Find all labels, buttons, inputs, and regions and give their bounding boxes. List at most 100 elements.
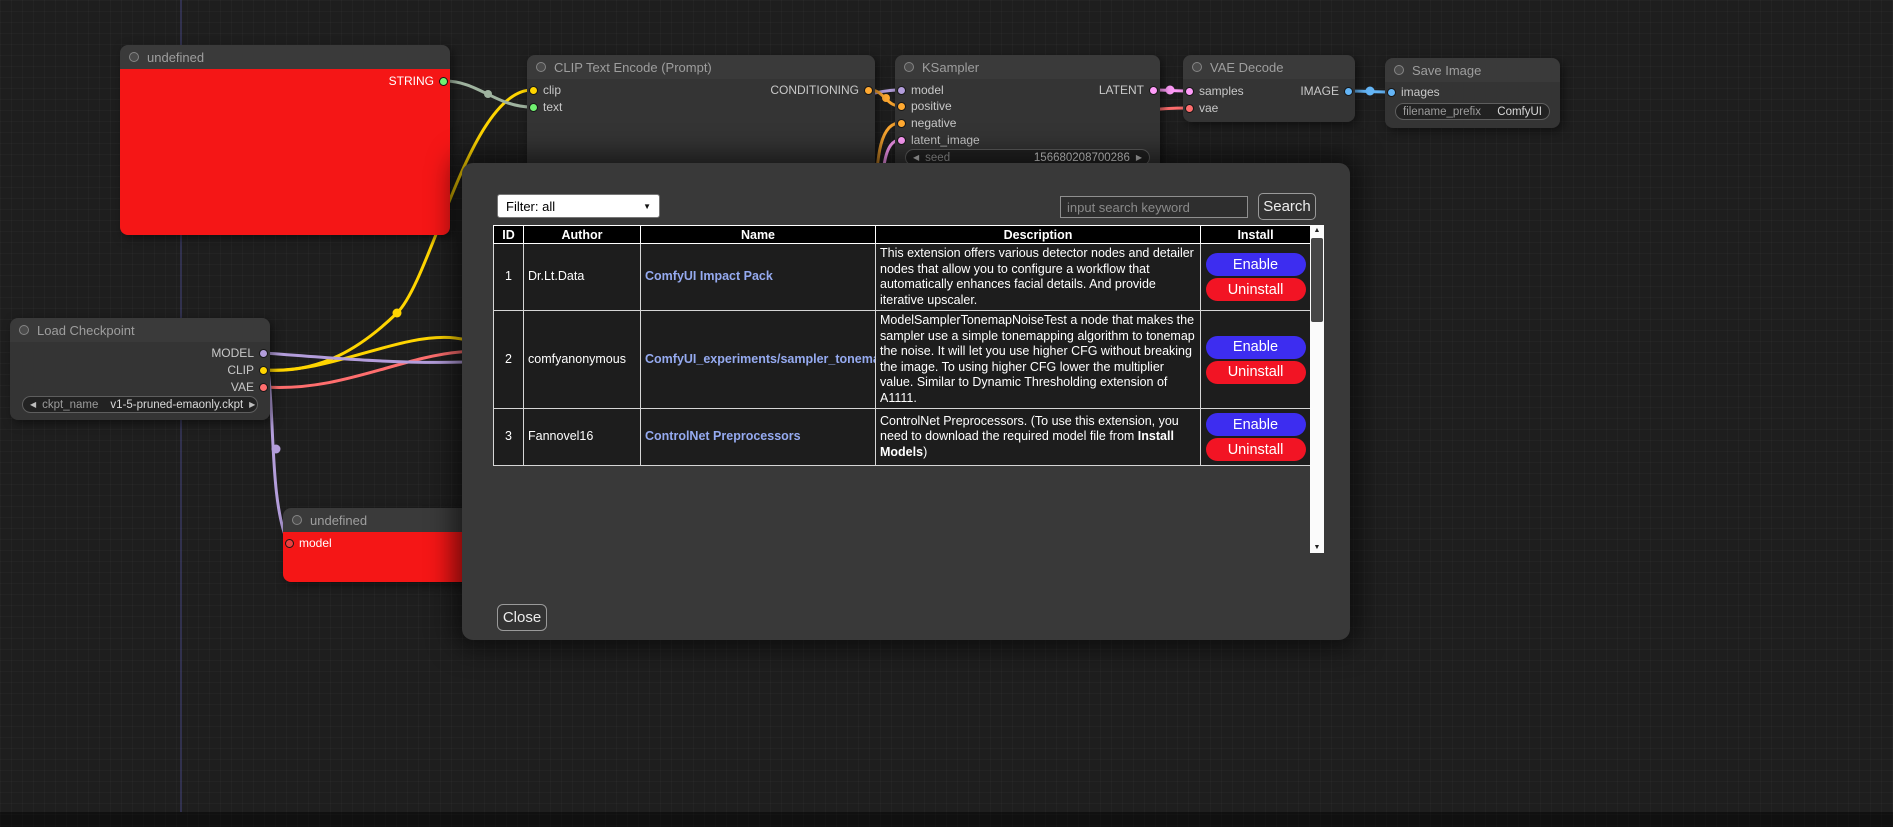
header-author: Author [524,226,641,244]
extension-row: 1 Dr.Lt.Data ComfyUI Impact Pack This ex… [494,244,1311,311]
output-dot-clip[interactable] [259,366,268,375]
output-dot-conditioning[interactable] [864,86,873,95]
output-dot-string[interactable] [439,77,448,86]
widget-label: filename_prefix [1403,106,1481,118]
node-body: MODEL CLIP VAE ◀ ckpt_name v1-5-pruned-e… [10,342,270,420]
graph-canvas[interactable]: undefined STRING CLIP Text Encode (Promp… [0,0,1893,827]
prev-arrow-icon[interactable]: ◀ [30,400,36,409]
slot-label-vae: vae [1199,101,1218,115]
output-dot-model[interactable] [259,349,268,358]
link-dot-clip [393,309,402,318]
input-dot-vae[interactable] [1185,104,1194,113]
uninstall-button[interactable]: Uninstall [1206,438,1306,461]
node-header[interactable]: VAE Decode [1183,55,1355,79]
node-header[interactable]: KSampler [895,55,1160,79]
node-load-checkpoint[interactable]: Load Checkpoint MODEL CLIP VAE ◀ ckpt_na… [10,318,270,420]
scrollbar-thumb[interactable] [1311,238,1323,322]
slot-label-string: STRING [389,74,434,88]
input-dot-samples[interactable] [1185,87,1194,96]
node-body: STRING [120,69,450,235]
search-input[interactable] [1060,196,1248,218]
node-body: clip text CONDITIONING [527,79,875,175]
node-status-dot[interactable] [1394,65,1404,75]
ext-id: 1 [494,244,524,311]
node-save-image[interactable]: Save Image images filename_prefix ComfyU… [1385,58,1560,128]
widget-value: v1-5-pruned-emaonly.ckpt [110,399,243,411]
widget-label: seed [925,152,950,164]
search-button[interactable]: Search [1258,193,1316,220]
input-dot-latent-image[interactable] [897,136,906,145]
output-dot-latent[interactable] [1149,86,1158,95]
filename-prefix-widget[interactable]: filename_prefix ComfyUI [1395,103,1550,120]
node-status-dot[interactable] [19,325,29,335]
ext-link[interactable]: ControlNet Preprocessors [645,429,801,443]
header-name: Name [641,226,876,244]
slot-label-negative: negative [911,116,956,130]
node-status-dot[interactable] [536,62,546,72]
node-header[interactable]: Load Checkpoint [10,318,270,342]
input-dot-clip[interactable] [529,86,538,95]
scroll-down-icon[interactable]: ▼ [1310,544,1324,551]
next-arrow-icon[interactable]: ▶ [249,400,255,409]
close-button[interactable]: Close [497,604,547,631]
ext-description-text: ) [923,445,927,459]
link-dot-image [1366,87,1375,96]
node-undefined-top[interactable]: undefined STRING [120,45,450,235]
uninstall-button[interactable]: Uninstall [1206,278,1306,301]
enable-button[interactable]: Enable [1206,253,1306,276]
node-header[interactable]: Save Image [1385,58,1560,82]
header-id: ID [494,226,524,244]
input-dot-model[interactable] [897,86,906,95]
ext-id: 2 [494,311,524,409]
ext-id: 3 [494,409,524,466]
input-dot-negative[interactable] [897,119,906,128]
ext-author: Dr.Lt.Data [524,244,641,311]
input-dot-positive[interactable] [897,102,906,111]
node-status-dot[interactable] [904,62,914,72]
custom-nodes-manager-dialog: Filter: all ▼ Search ID Author Name Desc… [462,163,1350,640]
node-header[interactable]: undefined [120,45,450,69]
enable-button[interactable]: Enable [1206,413,1306,436]
link-dot-model [272,445,281,454]
extension-row: 2 comfyanonymous ComfyUI_experiments/sam… [494,311,1311,409]
node-body: model positive negative latent_image LAT… [895,79,1160,175]
ext-author: Fannovel16 [524,409,641,466]
ext-link[interactable]: ComfyUI_experiments/sampler_tonemap [645,352,876,366]
ext-description: This extension offers various detector n… [876,244,1201,311]
node-clip-text-encode[interactable]: CLIP Text Encode (Prompt) clip text COND… [527,55,875,175]
node-title: undefined [310,513,367,528]
node-title: VAE Decode [1210,60,1283,75]
slot-label-model-out: MODEL [211,346,254,360]
ckpt-name-widget[interactable]: ◀ ckpt_name v1-5-pruned-emaonly.ckpt ▶ [22,396,258,413]
scroll-up-icon[interactable]: ▲ [1310,227,1324,234]
node-status-dot[interactable] [129,52,139,62]
slot-label-model: model [299,536,332,550]
wire-image-to-images [1350,91,1390,92]
output-dot-vae[interactable] [259,383,268,392]
ext-description: ControlNet Preprocessors. (To use this e… [876,409,1201,466]
node-status-dot[interactable] [292,515,302,525]
input-dot-text[interactable] [529,103,538,112]
table-scrollbar[interactable]: ▲ ▼ [1310,225,1324,553]
ext-author: comfyanonymous [524,311,641,409]
node-header[interactable]: CLIP Text Encode (Prompt) [527,55,875,79]
uninstall-button[interactable]: Uninstall [1206,361,1306,384]
ext-link[interactable]: ComfyUI Impact Pack [645,269,773,283]
node-vae-decode[interactable]: VAE Decode samples vae IMAGE [1183,55,1355,122]
output-dot-image[interactable] [1344,87,1353,96]
input-dot-images[interactable] [1387,88,1396,97]
node-ksampler[interactable]: KSampler model positive negative latent_… [895,55,1160,175]
slot-label-conditioning: CONDITIONING [770,83,859,97]
input-dot-model[interactable] [285,539,294,548]
canvas-bottom-edge [0,812,1893,827]
filter-select[interactable]: Filter: all ▼ [497,194,660,218]
extension-row: 3 Fannovel16 ControlNet Preprocessors Co… [494,409,1311,466]
dropdown-caret-icon: ▼ [643,202,651,211]
enable-button[interactable]: Enable [1206,336,1306,359]
increment-arrow-icon[interactable]: ▶ [1136,153,1142,162]
node-status-dot[interactable] [1192,62,1202,72]
slot-label-positive: positive [911,99,952,113]
slot-label-model: model [911,83,944,97]
decrement-arrow-icon[interactable]: ◀ [913,153,919,162]
node-title: undefined [147,50,204,65]
